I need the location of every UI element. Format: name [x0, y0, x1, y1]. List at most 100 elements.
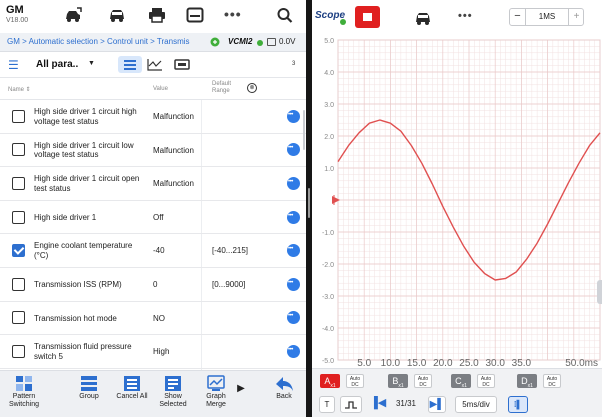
print-icon[interactable]	[148, 7, 166, 23]
x-tick-label: 5.0	[357, 358, 371, 368]
table-row[interactable]: Transmission ISS (RPM) 0 [0...9000]	[0, 268, 306, 302]
row-checkbox[interactable]	[12, 143, 25, 157]
parameter-name: Engine coolant temperature (°C)	[34, 241, 133, 260]
back-button[interactable]: Back	[270, 375, 298, 401]
table-row[interactable]: High side driver 1 circuit high voltage …	[0, 100, 306, 134]
channel-a-button[interactable]: Ax1	[320, 374, 340, 389]
x-tick-label: 30.0	[485, 358, 505, 368]
pattern-switching-button[interactable]: Pattern Switching	[6, 375, 42, 409]
channel-coupling-button[interactable]: Auto DC	[414, 374, 432, 388]
column-header-value: Value	[153, 86, 168, 92]
channel-coupling-button[interactable]: Auto DC	[543, 374, 561, 388]
search-icon[interactable]	[276, 7, 294, 23]
more-options-icon[interactable]: •••	[224, 6, 242, 22]
channel-b-button[interactable]: Bx1	[388, 374, 408, 389]
side-panel-tab[interactable]	[597, 280, 602, 304]
list-menu-icon[interactable]: ☰	[8, 58, 19, 72]
save-icon[interactable]	[186, 7, 204, 23]
row-more-options-icon[interactable]	[287, 244, 300, 258]
column-divider	[201, 133, 202, 167]
row-checkbox[interactable]	[12, 210, 25, 224]
cancel-all-button[interactable]: Cancel All	[112, 375, 152, 401]
car-home-icon[interactable]	[64, 7, 82, 23]
play-arrow-icon[interactable]: ▶	[236, 384, 246, 394]
parameter-value: Malfunction	[153, 145, 194, 155]
row-more-options-icon[interactable]	[287, 311, 300, 325]
oscilloscope-pane: Scope ••• − 1MS + 5.0 4.0 3.0 2.0 1.0 -1.0 -2.…	[312, 0, 602, 417]
vehicle-icon[interactable]	[413, 10, 433, 26]
more-options-icon[interactable]: •••	[458, 10, 473, 22]
timebase-value: 1MS	[538, 12, 556, 21]
row-checkbox[interactable]	[12, 311, 25, 325]
row-more-options-icon[interactable]	[287, 277, 300, 291]
graph-merge-button[interactable]: Graph Merge	[198, 375, 234, 409]
chevron-down-icon[interactable]: ▼	[88, 60, 95, 67]
next-frame-button[interactable]: ▶▌	[428, 396, 446, 413]
row-checkbox[interactable]	[12, 244, 25, 258]
row-checkbox[interactable]	[12, 176, 25, 190]
parameter-name: High side driver 1 circuit high voltage …	[34, 107, 137, 126]
group-button[interactable]: Group	[76, 375, 102, 401]
table-row[interactable]: Transmission hot mode NO	[0, 301, 306, 336]
show-selected-button[interactable]: Show Selected	[154, 375, 192, 409]
channel-c-button[interactable]: Cx1	[451, 374, 471, 389]
row-checkbox[interactable]	[12, 109, 25, 123]
table-row[interactable]: Transmission fluid pressure switch 5 High	[0, 335, 306, 369]
vehicle-icon[interactable]	[108, 7, 126, 23]
row-more-options-icon[interactable]	[287, 176, 300, 190]
row-more-options-icon[interactable]	[287, 344, 300, 358]
waveform-chart[interactable]: 5.0 4.0 3.0 2.0 1.0 -1.0 -2.0 -3.0 -4.0 -5.0 5.0 10…	[312, 34, 602, 368]
channel-scale: x1	[461, 382, 467, 389]
table-row[interactable]: High side driver 1 circuit open test sta…	[0, 167, 306, 201]
table-header: Name ⇕ Value Default Range ⊗	[0, 78, 306, 100]
channel-scale: x1	[527, 382, 533, 389]
timebase-increase-button[interactable]: +	[568, 9, 584, 25]
show-selected-label: Show Selected	[159, 393, 187, 408]
column-divider	[201, 335, 202, 368]
channel-coupling-button[interactable]: Auto DC	[346, 374, 364, 388]
column-header-name[interactable]: Name ⇕	[8, 86, 31, 93]
scrollbar[interactable]	[303, 110, 305, 150]
parameter-range: [0...9000]	[212, 280, 246, 289]
split-drag-handle[interactable]	[308, 188, 310, 218]
parameter-value: Off	[153, 212, 164, 222]
timebase-decrease-button[interactable]: −	[510, 9, 526, 25]
parameter-name: High side driver 1 circuit low voltage t…	[34, 140, 134, 160]
table-row[interactable]: High side driver 1 Off	[0, 200, 306, 235]
channel-scale: x1	[398, 382, 404, 389]
row-checkbox[interactable]	[12, 344, 25, 358]
y-tick-label: 2.0	[324, 134, 334, 141]
frame-counter: 31/31	[395, 399, 417, 408]
dashboard-view-button[interactable]	[170, 56, 194, 73]
parameter-value: High	[153, 347, 170, 357]
parameter-filter-select[interactable]: All para..	[36, 59, 78, 70]
channel-coupling-button[interactable]: Auto DC	[477, 374, 495, 388]
vci-status-dot	[257, 40, 263, 46]
y-tick-label: 1.0	[324, 166, 334, 173]
text-view-button[interactable]	[118, 56, 142, 73]
row-checkbox[interactable]	[12, 277, 25, 291]
table-row[interactable]: Engine coolant temperature (°C) -40 [-40..…	[0, 234, 306, 268]
cursor-toggle-button[interactable]: ⁞▌	[508, 396, 528, 413]
breadcrumb-path[interactable]: GM > Automatic selection > Control unit …	[7, 37, 205, 46]
row-more-options-icon[interactable]	[287, 109, 300, 123]
battery-icon	[267, 38, 276, 46]
row-more-options-icon[interactable]	[287, 143, 300, 157]
row-more-options-icon[interactable]	[287, 210, 300, 224]
channel-d-button[interactable]: Dx1	[517, 374, 537, 389]
x-tick-label: 50.0ms	[565, 358, 598, 368]
trigger-edge-button[interactable]	[340, 396, 362, 413]
coupling-type: DC	[482, 382, 490, 388]
scope-toolbar: Scope ••• − 1MS +	[312, 0, 602, 34]
time-per-division-select[interactable]: 5ms/div	[455, 396, 497, 413]
previous-frame-button[interactable]: ▐◀	[370, 396, 386, 413]
graph-view-button[interactable]	[143, 56, 167, 73]
timebase-stepper: − 1MS +	[509, 8, 584, 26]
column-divider	[201, 301, 202, 335]
unit-toggle-icon[interactable]: ⊗	[247, 83, 257, 93]
table-row[interactable]: High side driver 1 circuit low voltage t…	[0, 133, 306, 168]
trigger-mode-button[interactable]: T	[319, 396, 335, 413]
stop-button[interactable]	[355, 6, 380, 28]
y-tick-label: -3.0	[322, 294, 334, 301]
cancel-all-label: Cancel All	[116, 393, 148, 400]
